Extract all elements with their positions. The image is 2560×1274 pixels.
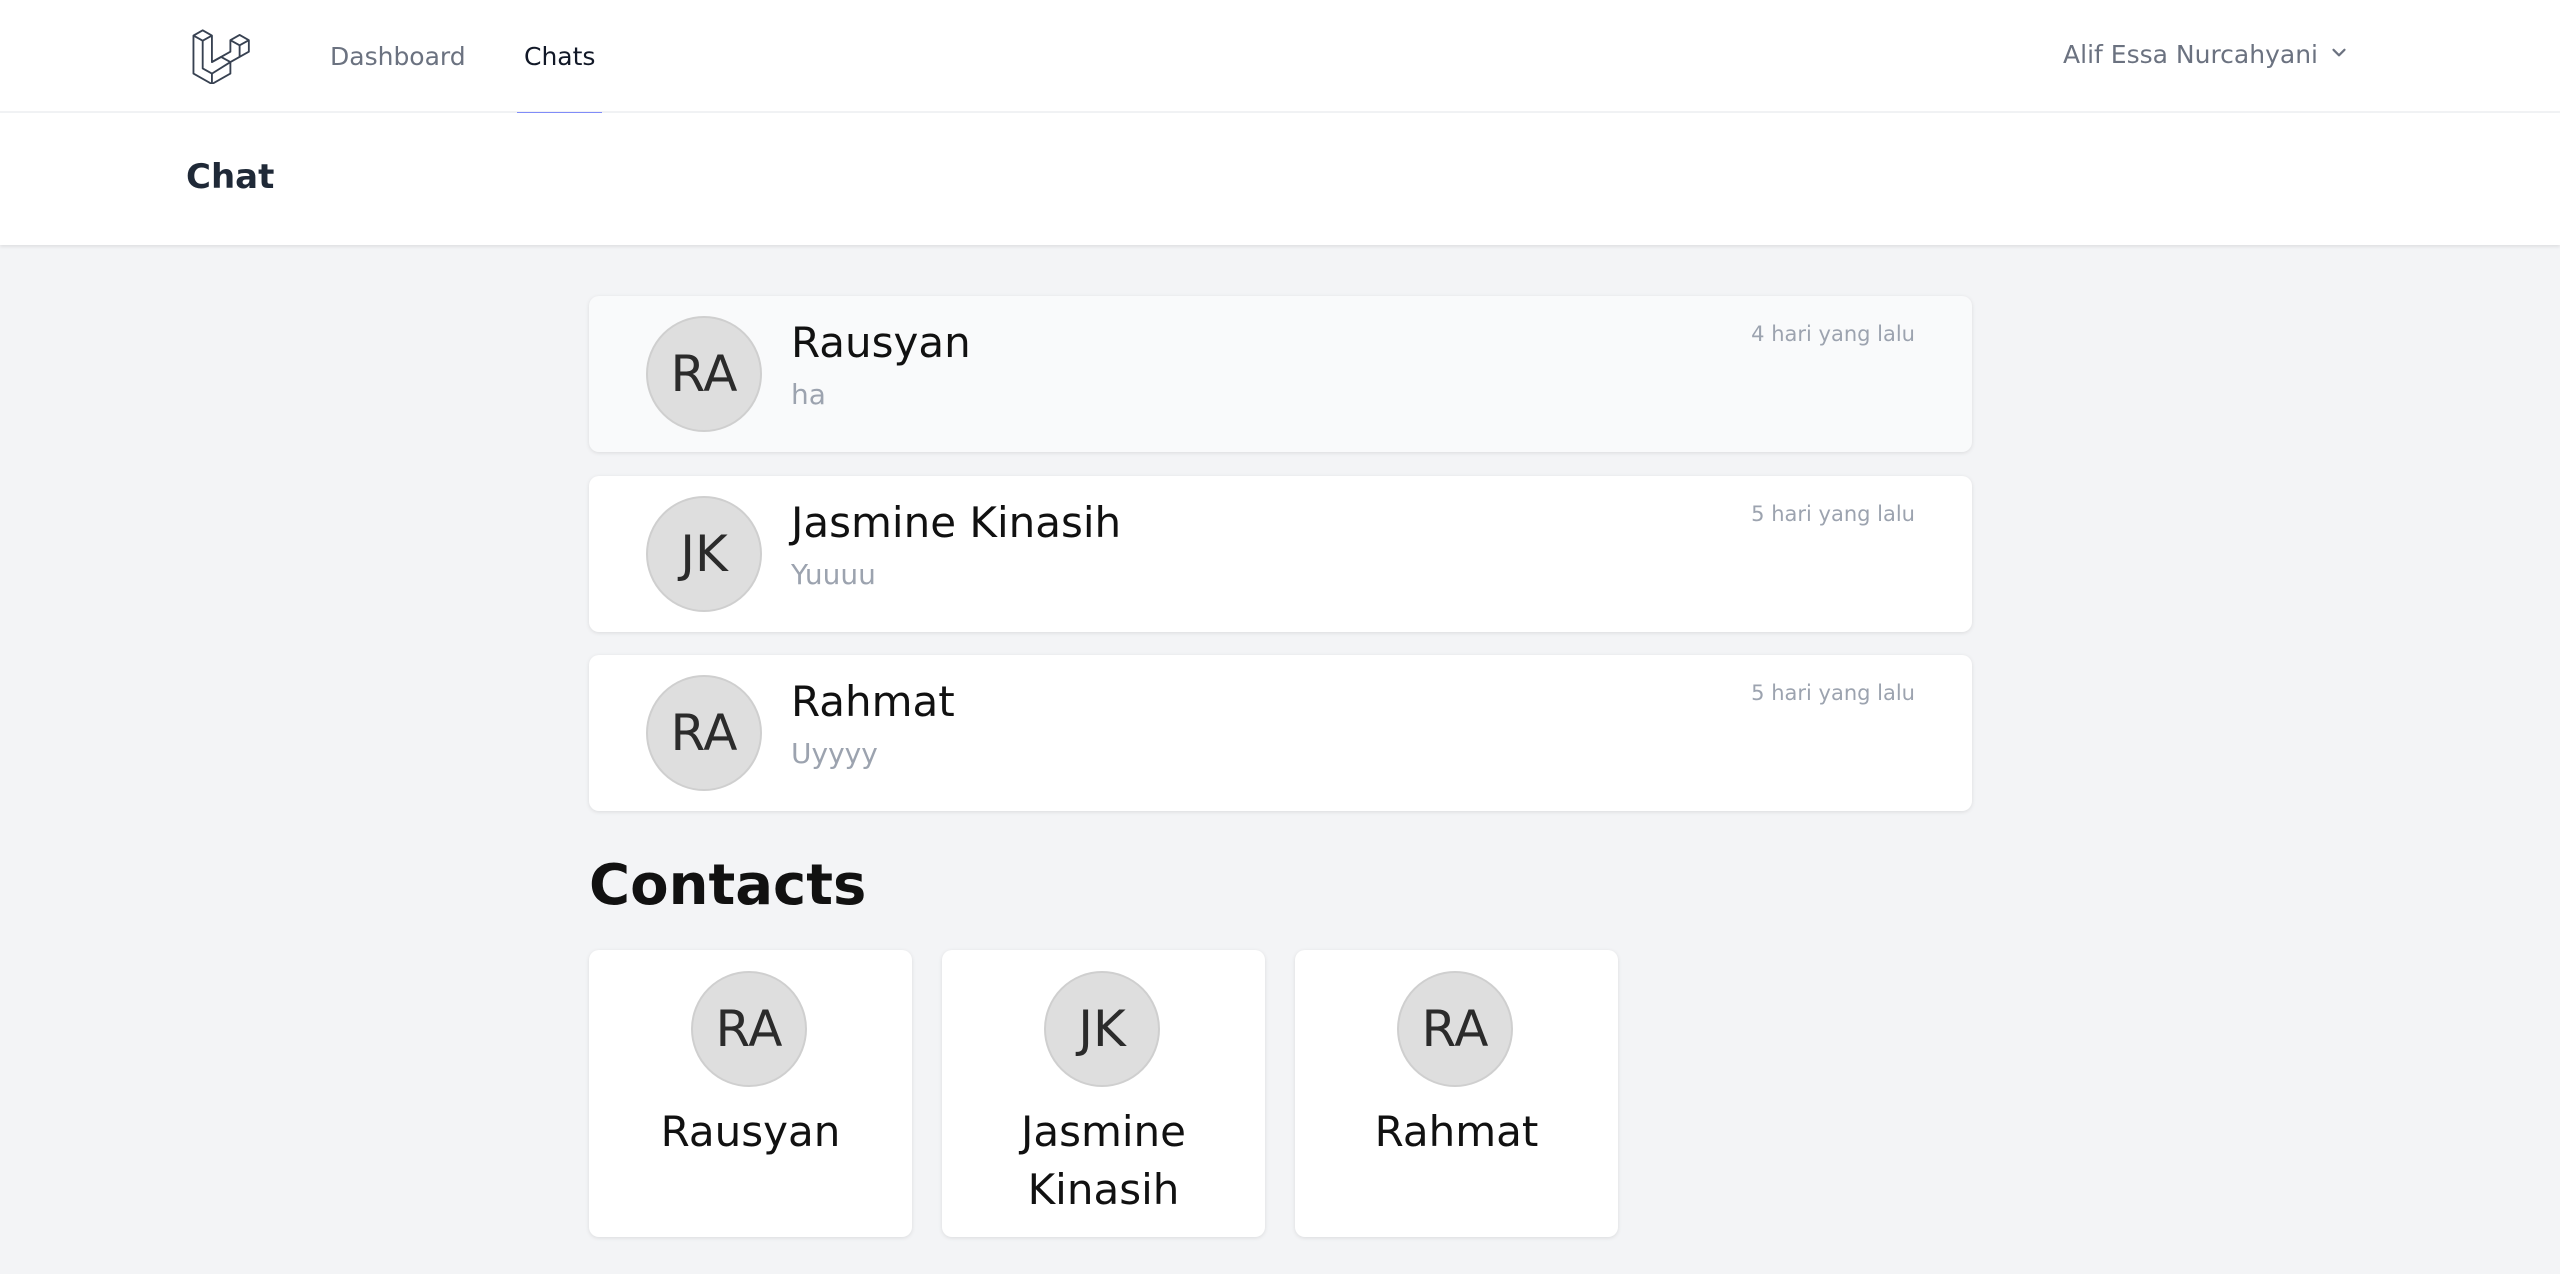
chat-list-item[interactable]: RA Rahmat Uyyyy 5 hari yang lalu: [589, 655, 1972, 811]
avatar: RA: [646, 316, 762, 432]
contact-name: Rahmat: [1374, 1107, 1539, 1156]
chat-timestamp: 4 hari yang lalu: [1751, 322, 1915, 346]
chat-list-item[interactable]: RA Rausyan ha 4 hari yang lalu: [589, 296, 1972, 452]
chat-contact-name: Rahmat: [791, 677, 955, 726]
user-name: Alif Essa Nurcahyani: [2063, 40, 2318, 69]
chat-last-message: Uyyyy: [791, 737, 878, 770]
chat-last-message: ha: [791, 378, 826, 411]
nav-link-dashboard[interactable]: Dashboard: [330, 0, 466, 113]
avatar: RA: [691, 971, 807, 1087]
contact-card[interactable]: RA Rahmat: [1295, 950, 1618, 1237]
contacts-heading: Contacts: [589, 853, 867, 918]
chevron-down-icon: [2328, 0, 2350, 110]
top-navigation: Dashboard Chats Alif Essa Nurcahyani: [0, 0, 2560, 115]
page-header: Chat: [0, 113, 2560, 245]
avatar: RA: [1397, 971, 1513, 1087]
contact-card[interactable]: RA Rausyan: [589, 950, 912, 1237]
chat-contact-name: Jasmine Kinasih: [791, 498, 1122, 547]
contact-card[interactable]: JK Jasmine Kinasih: [942, 950, 1265, 1237]
chat-list-item[interactable]: JK Jasmine Kinasih Yuuuu 5 hari yang lal…: [589, 476, 1972, 632]
chat-timestamp: 5 hari yang lalu: [1751, 502, 1915, 526]
nav-link-chats[interactable]: Chats: [517, 0, 603, 115]
chat-last-message: Yuuuu: [791, 558, 876, 591]
contact-name: Jasmine Kinasih: [1020, 1107, 1187, 1214]
chat-timestamp: 5 hari yang lalu: [1751, 681, 1915, 705]
page-title: Chat: [186, 157, 275, 197]
user-menu-button[interactable]: Alif Essa Nurcahyani: [2063, 0, 2350, 110]
laravel-logo-icon[interactable]: [190, 24, 250, 85]
chat-contact-name: Rausyan: [791, 318, 971, 367]
avatar: RA: [646, 675, 762, 791]
avatar: JK: [1044, 971, 1160, 1087]
avatar: JK: [646, 496, 762, 612]
contact-name: Rausyan: [660, 1107, 841, 1156]
